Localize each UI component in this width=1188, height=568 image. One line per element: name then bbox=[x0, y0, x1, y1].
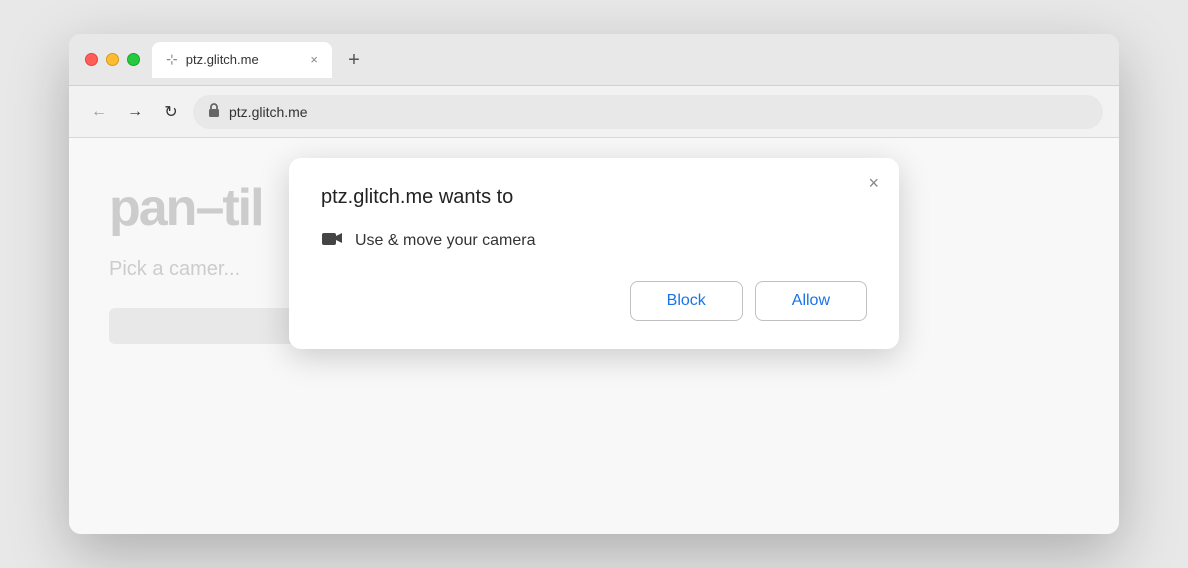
forward-button[interactable]: → bbox=[121, 98, 149, 126]
allow-button[interactable]: Allow bbox=[755, 281, 867, 321]
permission-text: Use & move your camera bbox=[355, 232, 536, 250]
back-button[interactable]: ← bbox=[85, 98, 113, 126]
page-bg-title: pan–til bbox=[109, 178, 263, 238]
traffic-lights bbox=[85, 53, 140, 66]
camera-icon bbox=[321, 229, 343, 253]
close-window-button[interactable] bbox=[85, 53, 98, 66]
browser-tab[interactable]: ⊹ ptz.glitch.me × bbox=[152, 42, 332, 78]
permission-dialog: × ptz.glitch.me wants to Use & move your… bbox=[289, 158, 899, 349]
new-tab-button[interactable]: + bbox=[340, 46, 368, 74]
tab-title: ptz.glitch.me bbox=[186, 52, 303, 67]
minimize-window-button[interactable] bbox=[106, 53, 119, 66]
dialog-close-button[interactable]: × bbox=[868, 174, 879, 192]
page-bg-subtitle: Pick a camer... bbox=[109, 258, 240, 281]
block-button[interactable]: Block bbox=[630, 281, 743, 321]
tab-close-button[interactable]: × bbox=[310, 53, 318, 66]
reload-button[interactable]: ↻ bbox=[157, 98, 185, 126]
permission-row: Use & move your camera bbox=[321, 229, 867, 253]
browser-window: ⊹ ptz.glitch.me × + ← → ↻ ptz.glitch.me … bbox=[69, 34, 1119, 534]
nav-bar: ← → ↻ ptz.glitch.me bbox=[69, 86, 1119, 138]
dialog-title: ptz.glitch.me wants to bbox=[321, 186, 867, 209]
page-bg-input bbox=[109, 308, 309, 344]
tab-bar: ⊹ ptz.glitch.me × + bbox=[152, 42, 1103, 78]
tab-drag-icon: ⊹ bbox=[166, 51, 178, 68]
dialog-buttons: Block Allow bbox=[321, 281, 867, 321]
maximize-window-button[interactable] bbox=[127, 53, 140, 66]
lock-icon bbox=[207, 102, 221, 121]
page-content: pan–til Pick a camer... × ptz.glitch.me … bbox=[69, 138, 1119, 534]
address-bar[interactable]: ptz.glitch.me bbox=[193, 95, 1103, 129]
title-bar: ⊹ ptz.glitch.me × + bbox=[69, 34, 1119, 86]
address-text: ptz.glitch.me bbox=[229, 104, 308, 120]
